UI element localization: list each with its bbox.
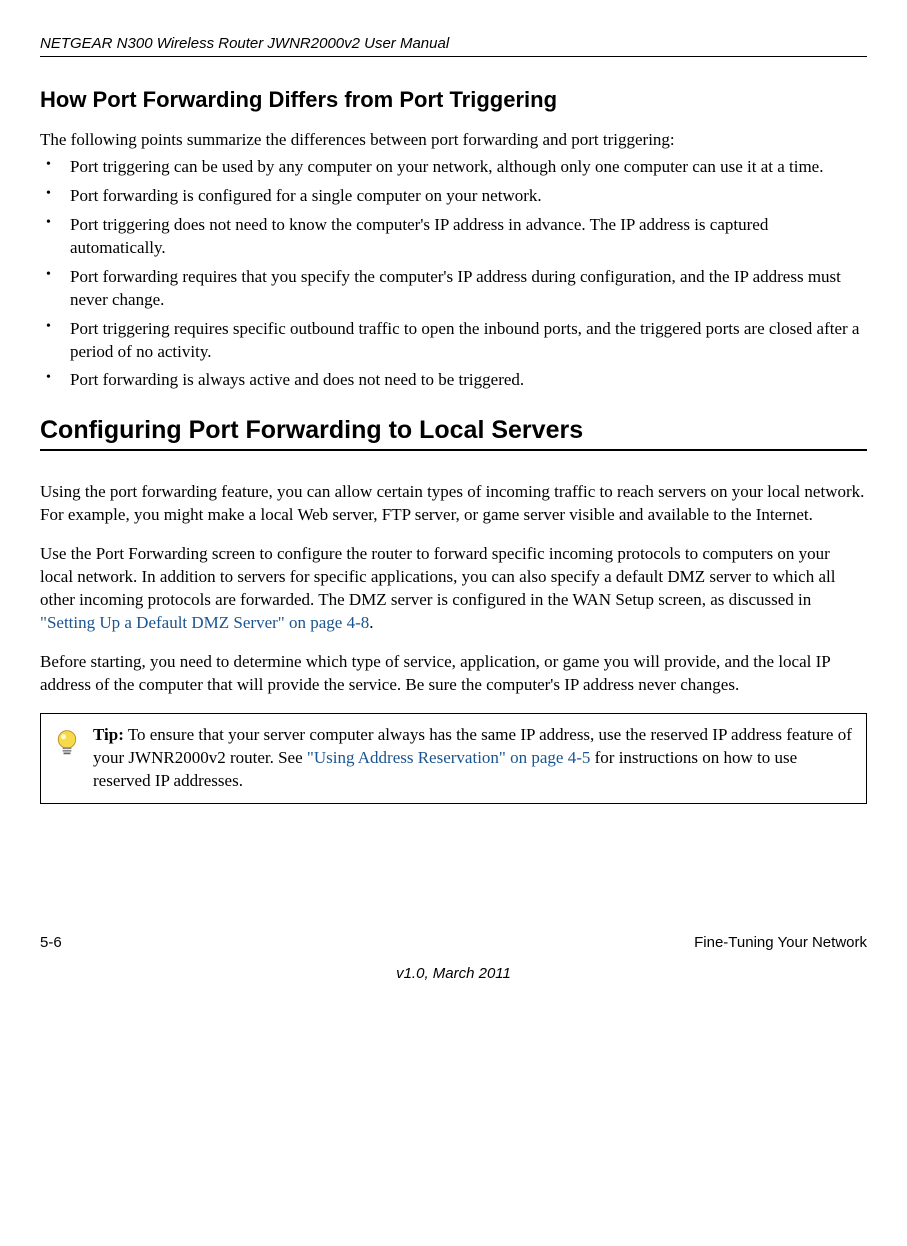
para-text-after: . bbox=[369, 613, 373, 632]
section-heading-differs: How Port Forwarding Differs from Port Tr… bbox=[40, 87, 867, 113]
list-item: Port forwarding is always active and doe… bbox=[40, 369, 867, 392]
page-footer: 5-6 Fine-Tuning Your Network bbox=[40, 934, 867, 951]
document-title: NETGEAR N300 Wireless Router JWNR2000v2 … bbox=[40, 35, 867, 52]
list-item: Port forwarding requires that you specif… bbox=[40, 266, 867, 312]
paragraph-dmz: Use the Port Forwarding screen to config… bbox=[40, 543, 867, 635]
list-item: Port triggering can be used by any compu… bbox=[40, 156, 867, 179]
list-item: Port triggering does not need to know th… bbox=[40, 214, 867, 260]
section-heading-configuring: Configuring Port Forwarding to Local Ser… bbox=[40, 416, 867, 451]
header-divider bbox=[40, 56, 867, 57]
list-item: Port triggering requires specific outbou… bbox=[40, 318, 867, 364]
tip-callout: Tip: To ensure that your server computer… bbox=[40, 713, 867, 804]
version-date: v1.0, March 2011 bbox=[40, 965, 867, 982]
paragraph-intro: Using the port forwarding feature, you c… bbox=[40, 481, 867, 527]
intro-paragraph: The following points summarize the diffe… bbox=[40, 129, 867, 152]
section-name: Fine-Tuning Your Network bbox=[694, 934, 867, 951]
differences-list: Port triggering can be used by any compu… bbox=[40, 156, 867, 392]
link-dmz-server[interactable]: "Setting Up a Default DMZ Server" on pag… bbox=[40, 613, 369, 632]
link-address-reservation[interactable]: "Using Address Reservation" on page 4-5 bbox=[307, 748, 590, 767]
list-item: Port forwarding is configured for a sing… bbox=[40, 185, 867, 208]
para-text-before: Use the Port Forwarding screen to config… bbox=[40, 544, 835, 609]
tip-label: Tip: bbox=[93, 725, 124, 744]
paragraph-before-starting: Before starting, you need to determine w… bbox=[40, 651, 867, 697]
page-number: 5-6 bbox=[40, 934, 62, 951]
tip-content: Tip: To ensure that your server computer… bbox=[93, 724, 854, 793]
lightbulb-icon bbox=[53, 728, 81, 756]
